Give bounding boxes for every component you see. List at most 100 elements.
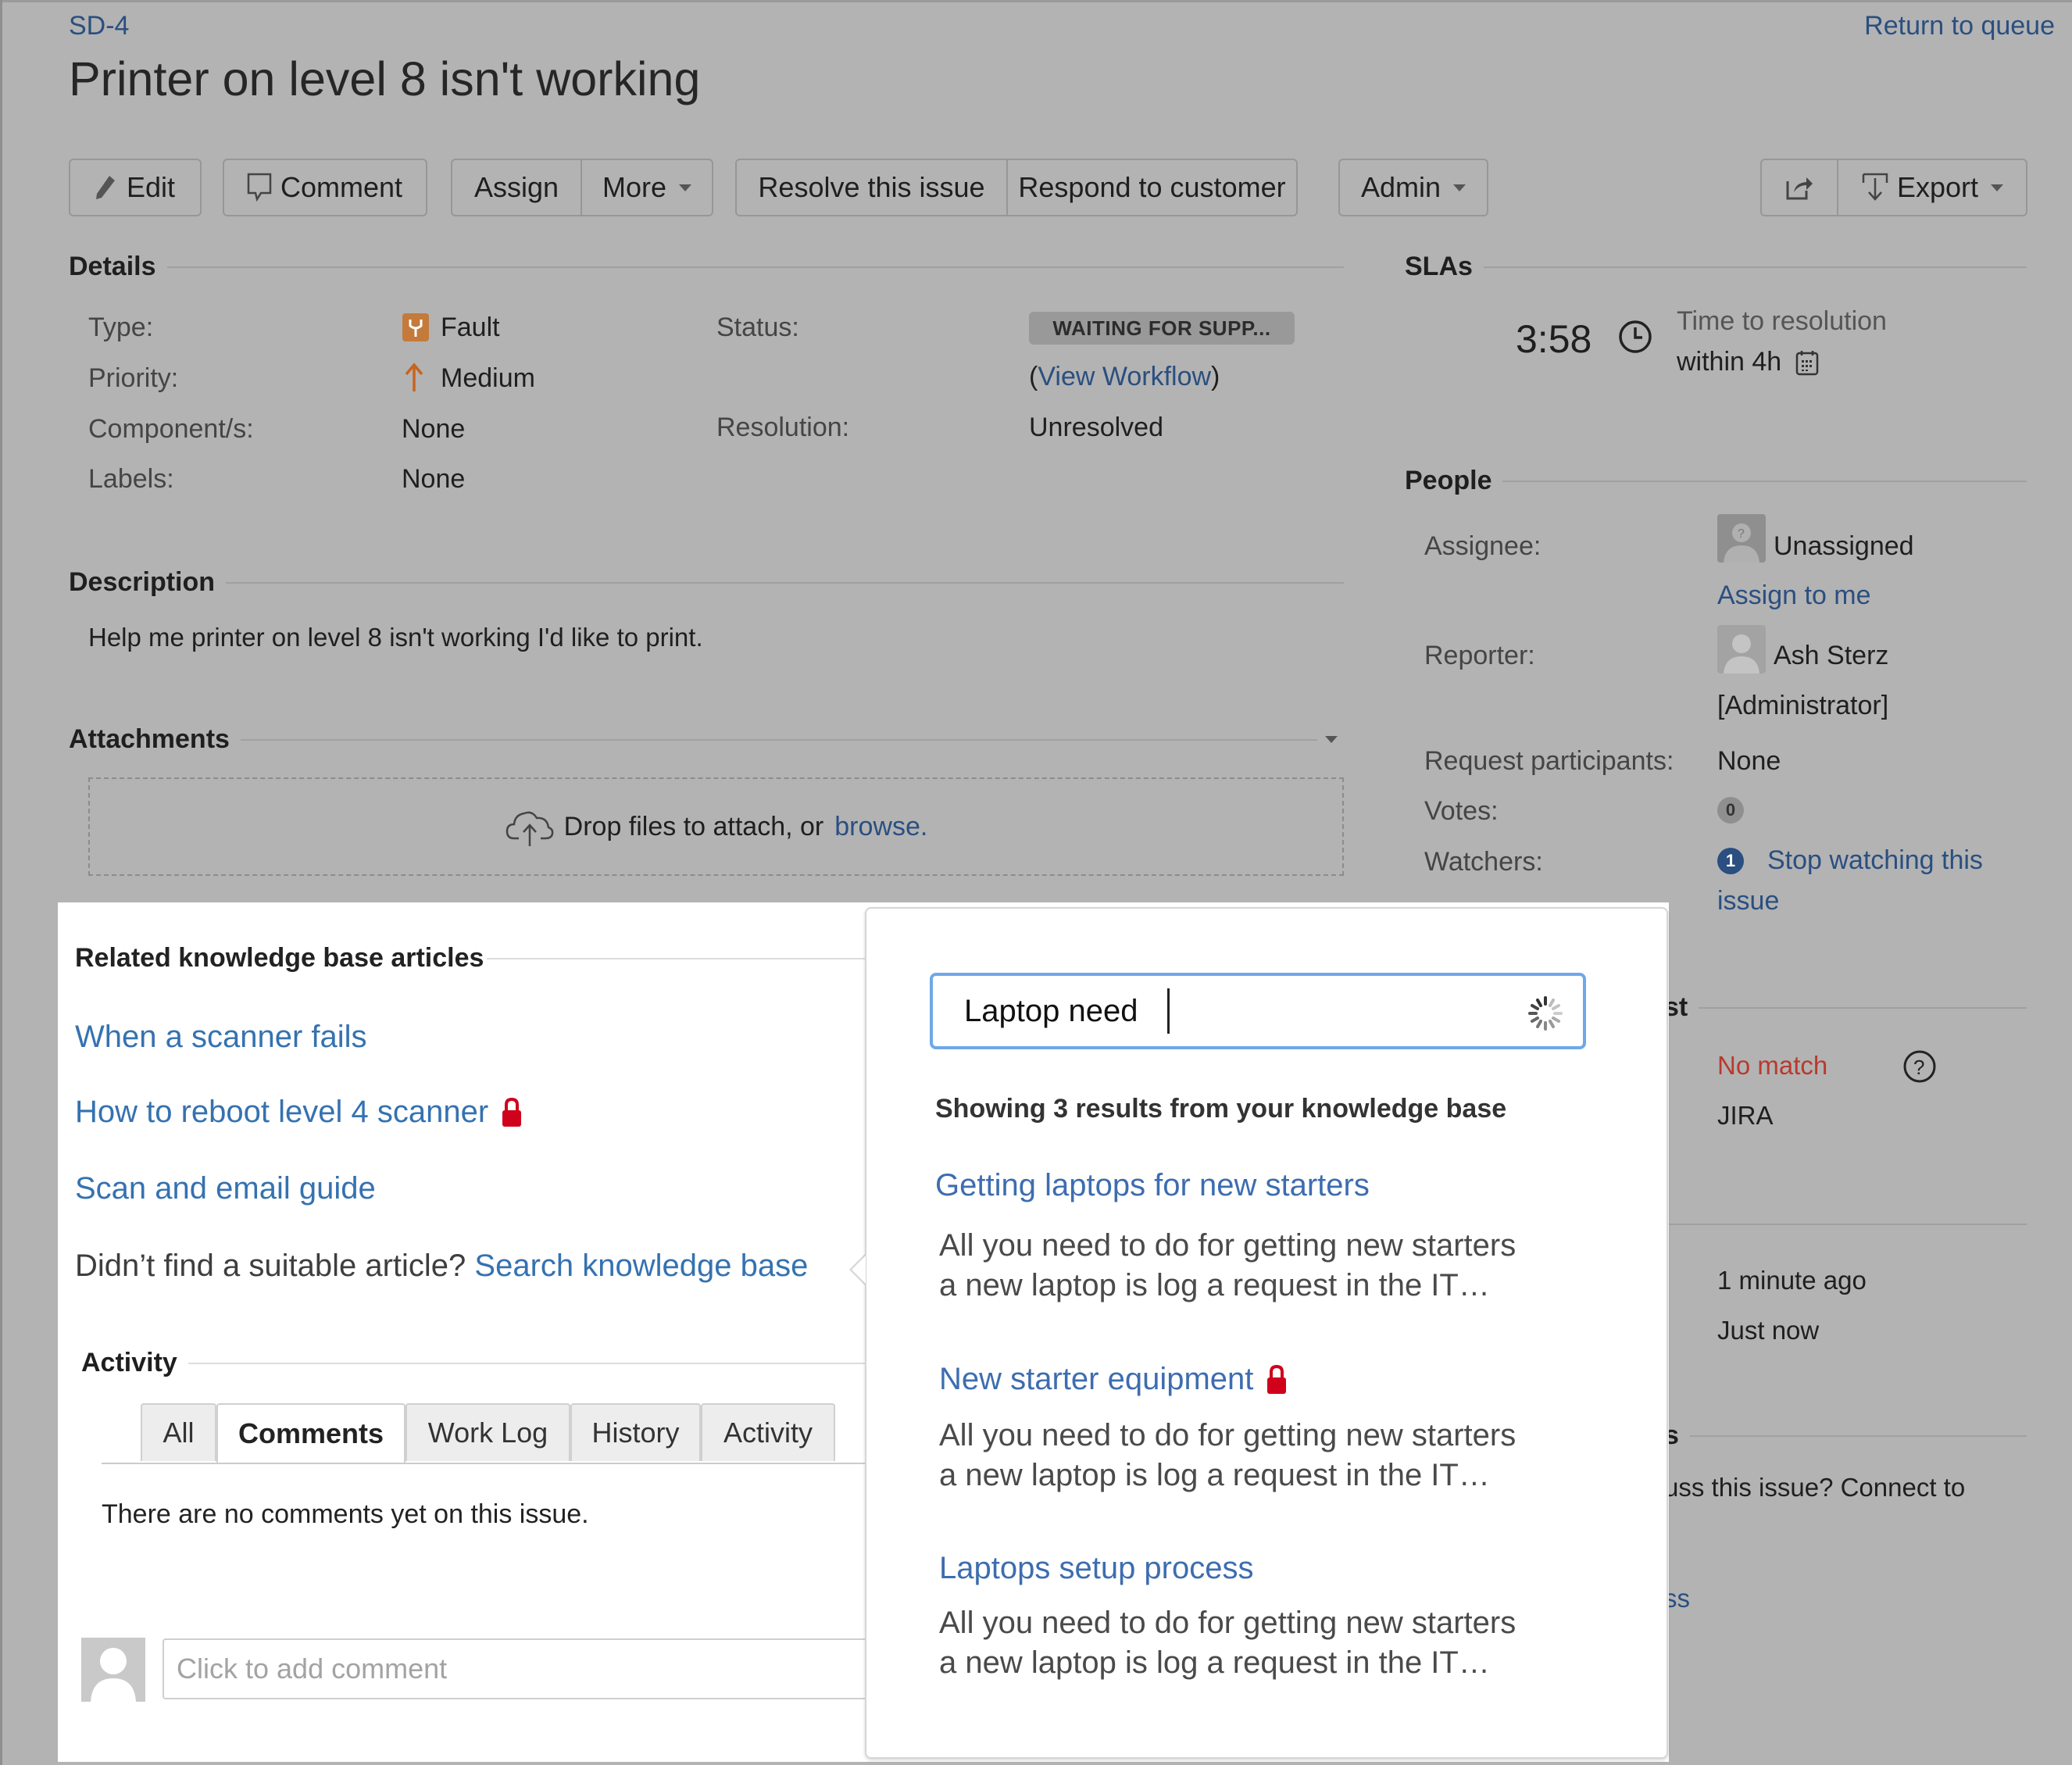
kb-result-item: New starter equipment [939,1362,1288,1397]
tabs-baseline [102,1463,875,1464]
issue-title: Printer on level 8 isn't working [69,52,701,105]
pencil-icon [96,176,115,199]
attachments-heading: Attachments [69,724,1344,755]
sla-name: Time to resolution [1677,306,1887,336]
assign-more-group: Assign More [451,159,713,216]
svg-text:?: ? [1738,527,1745,541]
updated-value: Just now [1717,1316,1820,1345]
lock-icon [502,1097,522,1127]
kb-article-link[interactable]: When a scanner fails [75,1020,367,1055]
reporter-name: Ash Sterz [1774,641,1889,670]
components-label: Component/s: [88,414,254,444]
window-left-edge [0,0,2,1765]
tab-work-log[interactable]: Work Log [405,1403,570,1461]
popup-pointer-inner [852,1256,866,1284]
share-button[interactable] [1762,160,1837,215]
export-dropdown[interactable]: Export [1837,160,2026,215]
workflow-group: Resolve this issue Respond to customer [735,159,1298,216]
share-export-group: Export [1760,159,2027,216]
more-dropdown[interactable]: More [581,160,712,215]
add-comment-field[interactable] [163,1638,944,1699]
share-icon [1786,177,1813,200]
kb-result-excerpt: All you need to do for getting new start… [939,1418,1516,1492]
view-workflow: (View Workflow) [1029,362,1220,391]
priority-label: Priority: [88,363,179,393]
attachment-dropzone[interactable]: Drop files to attach, or browse. [88,777,1344,876]
edit-button[interactable]: Edit [69,159,202,216]
stop-watching-link-cont[interactable]: issue [1717,886,1779,916]
respond-to-customer-button[interactable]: Respond to customer [1006,160,1296,215]
window-top-edge [0,0,2072,2]
issue-key-link[interactable]: SD-4 [69,11,129,41]
chevron-down-icon [1453,184,1466,191]
description-text: Help me printer on level 8 isn't working… [88,623,703,652]
kb-article-link[interactable]: Scan and email guide [75,1171,376,1206]
kb-result-excerpt: All you need to do for getting new start… [939,1606,1516,1680]
people-heading: People [1405,466,2027,496]
fault-icon [402,313,429,341]
svg-text:?: ? [1913,1056,1924,1079]
tab-activity[interactable]: Activity [701,1403,835,1461]
kb-article-link[interactable]: How to reboot level 4 scanner [75,1095,488,1130]
integrations-section-heading: s [1664,1420,2027,1451]
admin-dropdown[interactable]: Admin [1338,159,1488,216]
unassigned-avatar: ? [1717,514,1766,563]
tab-comments[interactable]: Comments [216,1403,405,1463]
drop-text: Drop files to attach, or [563,811,824,841]
assign-to-me-link[interactable]: Assign to me [1717,581,1871,611]
sla-time-remaining: 3:58 [1516,317,1592,361]
return-to-queue-link[interactable]: Return to queue [1864,11,2055,41]
stop-watching-link[interactable]: Stop watching this [1767,845,1983,876]
search-knowledge-base-link[interactable]: Search knowledge base [474,1249,808,1283]
sla-goal: within 4h [1677,347,1819,377]
more-label: More [602,171,667,203]
assign-button[interactable]: Assign [452,160,581,215]
browse-link[interactable]: browse. [834,812,927,842]
resolve-issue-button[interactable]: Resolve this issue [737,160,1006,215]
kb-search-input[interactable] [964,993,1167,1029]
labels-value: None [402,464,466,494]
related-kb-heading: Related knowledge base articles [75,943,865,974]
slas-heading: SLAs [1405,252,2027,282]
clock-icon [1619,320,1652,353]
tab-history[interactable]: History [570,1403,701,1461]
comment-button[interactable]: Comment [223,159,427,216]
kb-result-title-link[interactable]: Getting laptops for new starters [935,1168,1370,1203]
reporter-avatar [1717,625,1766,673]
status-label: Status: [716,313,799,342]
calendar-icon [1795,350,1819,375]
kb-search-field[interactable] [930,973,1586,1049]
current-user-avatar [81,1638,145,1702]
chevron-down-icon [1991,184,2004,191]
comment-icon [247,173,272,202]
loading-spinner-icon [1528,996,1563,1031]
watchers-count-badge: 1 [1717,848,1744,874]
kb-result-title-link[interactable]: New starter equipment [939,1362,1253,1397]
add-comment-input[interactable] [175,1652,881,1686]
cloud-upload-icon [505,811,554,846]
created-value: 1 minute ago [1717,1266,1867,1295]
kb-not-found: Didn’t find a suitable article? Search k… [75,1249,808,1284]
attachments-collapse-icon[interactable] [1325,736,1338,743]
help-icon[interactable]: ? [1902,1049,1937,1084]
sla-goal-text: within 4h [1677,347,1782,377]
kb-not-found-text: Didn’t find a suitable article? [75,1249,466,1283]
reporter-role: [Administrator] [1717,691,1889,720]
type-value: Fault [441,313,500,342]
activity-heading: Activity [81,1348,865,1378]
assign-label: Assign [473,171,559,203]
status-badge: WAITING FOR SUPP... [1029,312,1295,345]
resolve-label: Resolve this issue [758,171,985,203]
tab-all[interactable]: All [141,1403,216,1461]
labels-label: Labels: [88,464,174,494]
comment-label: Comment [280,171,403,203]
components-value: None [402,414,466,444]
assignee-label: Assignee: [1424,531,1541,561]
kb-result-title-link[interactable]: Laptops setup process [939,1551,1253,1586]
export-icon [1862,173,1888,201]
resolution-value: Unresolved [1029,413,1163,442]
assignee-value: Unassigned [1774,531,1914,561]
view-workflow-link[interactable]: View Workflow [1038,362,1211,391]
participants-value: None [1717,746,1781,776]
votes-count-badge[interactable]: 0 [1717,797,1744,824]
